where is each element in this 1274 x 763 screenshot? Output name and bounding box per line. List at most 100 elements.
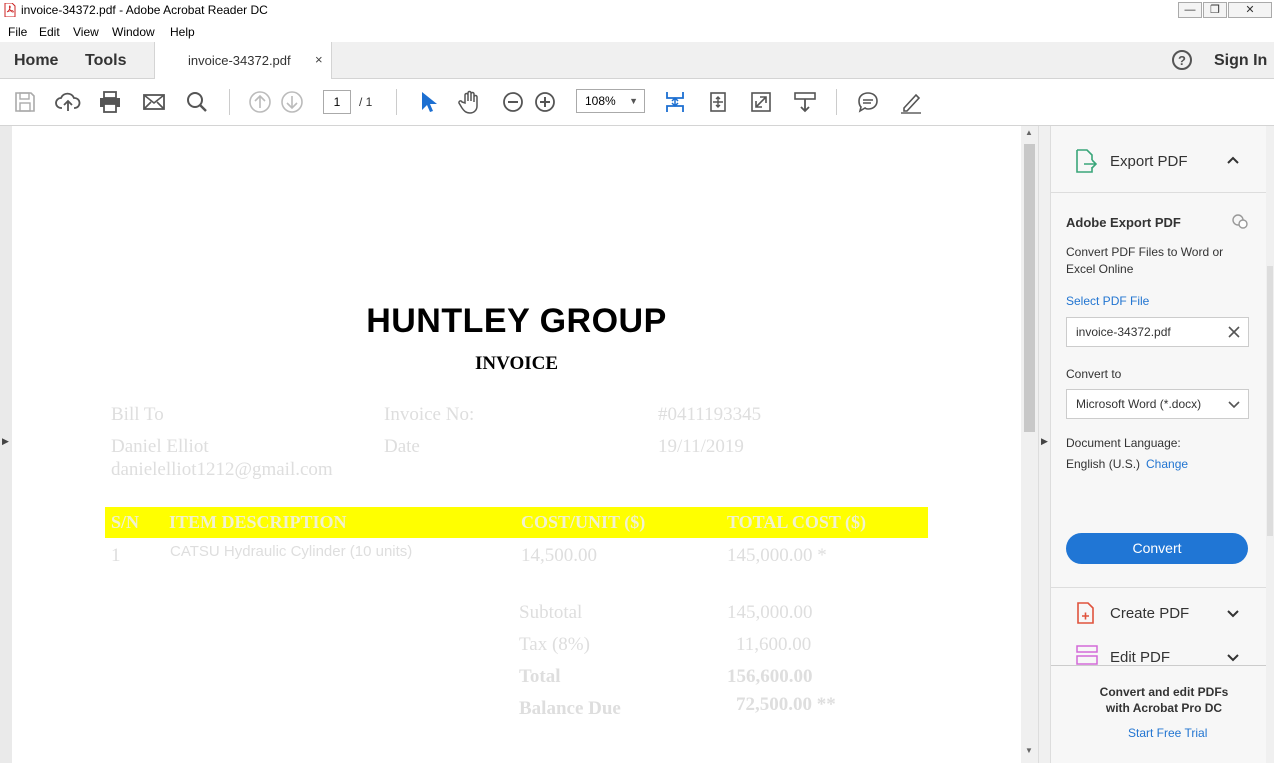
select-pdf-file-link[interactable]: Select PDF File bbox=[1066, 294, 1149, 308]
edit-pdf-icon bbox=[1076, 645, 1098, 665]
collapse-right-panel-icon[interactable]: ▶ bbox=[1041, 436, 1048, 447]
zoom-level-value: 108% bbox=[585, 94, 616, 108]
panel-splitter[interactable]: ▶ bbox=[1038, 126, 1051, 763]
document-language-value: English (U.S.) bbox=[1066, 457, 1141, 471]
toolbar: 1 / 1 108% ▼ bbox=[0, 79, 1274, 126]
balance-due-label: Balance Due bbox=[519, 698, 621, 719]
col-sn: S/N bbox=[111, 512, 140, 532]
customer-name: Daniel Elliot bbox=[111, 436, 209, 457]
rotate-view-icon[interactable] bbox=[705, 89, 731, 115]
close-tab-icon[interactable]: × bbox=[315, 52, 323, 67]
promo-text: Convert and edit PDFs with Acrobat Pro D… bbox=[1099, 685, 1229, 715]
menu-window[interactable]: Window bbox=[112, 25, 155, 39]
page-number-input[interactable]: 1 bbox=[323, 90, 351, 114]
page-total: / 1 bbox=[359, 95, 373, 109]
fit-page-icon[interactable] bbox=[662, 89, 688, 115]
cloud-upload-icon[interactable] bbox=[55, 89, 81, 115]
chevron-down-icon: ▼ bbox=[629, 96, 638, 106]
bill-to-label: Bill To bbox=[111, 404, 164, 425]
convert-button[interactable]: Convert bbox=[1066, 533, 1248, 564]
scroll-down-arrow[interactable]: ▼ bbox=[1025, 746, 1033, 755]
scroll-mode-icon[interactable] bbox=[792, 89, 818, 115]
hand-tool-icon[interactable] bbox=[457, 89, 483, 115]
service-description: Convert PDF Files to Word or Excel Onlin… bbox=[1066, 245, 1224, 276]
convert-to-value: Microsoft Word (*.docx) bbox=[1076, 397, 1202, 411]
convert-to-select[interactable]: Microsoft Word (*.docx) bbox=[1066, 389, 1249, 419]
tab-document[interactable]: invoice-34372.pdf × bbox=[154, 42, 332, 79]
invoice-heading: INVOICE bbox=[474, 353, 559, 374]
subtotal-label: Subtotal bbox=[519, 602, 583, 623]
selected-file-name: invoice-34372.pdf bbox=[1076, 325, 1171, 339]
edit-pdf-title[interactable]: Edit PDF bbox=[1110, 649, 1170, 666]
tax-value: 11,600.00 bbox=[736, 634, 812, 655]
tools-pane-scrollbar[interactable] bbox=[1266, 126, 1274, 763]
scrollbar-thumb[interactable] bbox=[1024, 144, 1035, 432]
title-bar: invoice-34372.pdf - Adobe Acrobat Reader… bbox=[0, 0, 1274, 21]
total-value: 156,600.00 bbox=[727, 666, 813, 687]
export-pdf-icon bbox=[1076, 149, 1097, 173]
chevron-up-icon[interactable] bbox=[1226, 155, 1240, 165]
divider bbox=[1051, 192, 1274, 193]
clear-file-icon[interactable] bbox=[1228, 326, 1240, 338]
invoice-number: #0411193345 bbox=[658, 404, 762, 425]
scrollbar-thumb[interactable] bbox=[1267, 266, 1273, 536]
total-label: Total bbox=[519, 666, 561, 687]
menu-edit[interactable]: Edit bbox=[39, 25, 60, 39]
help-icon[interactable]: ? bbox=[1172, 50, 1192, 70]
toolbar-separator bbox=[396, 89, 397, 115]
highlight-pen-icon[interactable] bbox=[898, 89, 924, 115]
chevron-down-icon[interactable] bbox=[1226, 609, 1240, 619]
balance-due-value: 72,500.00 ** bbox=[736, 694, 836, 715]
menu-file[interactable]: File bbox=[8, 25, 27, 39]
collapse-left-panel-icon[interactable]: ▶ bbox=[2, 436, 9, 447]
close-window-button[interactable]: ✕ bbox=[1228, 2, 1272, 18]
date-label: Date bbox=[384, 436, 420, 457]
menu-help[interactable]: Help bbox=[170, 25, 195, 39]
menu-bar: File Edit View Window Help bbox=[0, 21, 1274, 42]
email-icon[interactable] bbox=[141, 89, 167, 115]
sign-in-button[interactable]: Sign In bbox=[1214, 52, 1267, 70]
row-total-cost: 145,000.00 * bbox=[727, 545, 827, 566]
document-scrollbar[interactable]: ▲ ▼ bbox=[1021, 126, 1038, 763]
chevron-down-icon[interactable] bbox=[1226, 653, 1240, 663]
document-viewport[interactable]: ▶ HUNTLEY GROUP INVOICE Bill To Daniel E… bbox=[0, 126, 1021, 763]
col-cost-unit: COST/UNIT ($) bbox=[521, 512, 646, 532]
tab-document-label: invoice-34372.pdf bbox=[188, 53, 291, 68]
zoom-out-icon[interactable] bbox=[500, 89, 526, 115]
full-screen-icon[interactable] bbox=[748, 89, 774, 115]
minimize-button[interactable]: — bbox=[1178, 2, 1202, 18]
save-icon[interactable] bbox=[12, 89, 38, 115]
selected-file-field[interactable]: invoice-34372.pdf bbox=[1066, 317, 1249, 347]
customer-email: danielelliot1212@gmail.com bbox=[111, 459, 333, 480]
start-free-trial-link[interactable]: Start Free Trial bbox=[1128, 726, 1207, 740]
restore-button[interactable]: ❐ bbox=[1203, 2, 1227, 18]
toolbar-separator bbox=[229, 89, 230, 115]
window-title: invoice-34372.pdf - Adobe Acrobat Reader… bbox=[21, 3, 268, 17]
print-icon[interactable] bbox=[97, 89, 123, 115]
zoom-level-select[interactable]: 108% ▼ bbox=[576, 89, 645, 113]
toolbar-separator bbox=[836, 89, 837, 115]
cloud-service-icon bbox=[1232, 214, 1248, 229]
search-icon[interactable] bbox=[184, 89, 210, 115]
next-page-icon[interactable] bbox=[279, 89, 305, 115]
tax-label: Tax (8%) bbox=[519, 634, 590, 655]
table-header-row: S/N ITEM DESCRIPTION COST/UNIT ($) TOTAL… bbox=[105, 507, 928, 538]
pdf-page: HUNTLEY GROUP INVOICE Bill To Daniel Ell… bbox=[12, 126, 1021, 763]
divider bbox=[1051, 665, 1274, 666]
export-pdf-title[interactable]: Export PDF bbox=[1110, 153, 1188, 170]
tab-tools[interactable]: Tools bbox=[85, 52, 126, 70]
tab-bar: Home Tools invoice-34372.pdf × ? Sign In bbox=[0, 42, 1274, 79]
chevron-down-icon bbox=[1228, 401, 1240, 409]
row-description: CATSU Hydraulic Cylinder (10 units) bbox=[170, 543, 413, 560]
divider bbox=[1051, 587, 1274, 588]
create-pdf-title[interactable]: Create PDF bbox=[1110, 605, 1189, 622]
menu-view[interactable]: View bbox=[73, 25, 99, 39]
scroll-up-arrow[interactable]: ▲ bbox=[1025, 128, 1033, 137]
select-cursor-icon[interactable] bbox=[414, 89, 440, 115]
previous-page-icon[interactable] bbox=[247, 89, 273, 115]
comment-icon[interactable] bbox=[855, 89, 881, 115]
tab-home[interactable]: Home bbox=[14, 52, 58, 70]
tools-pane: Export PDF Adobe Export PDF Convert PDF … bbox=[1051, 126, 1274, 763]
zoom-in-icon[interactable] bbox=[532, 89, 558, 115]
change-language-link[interactable]: Change bbox=[1146, 457, 1188, 471]
